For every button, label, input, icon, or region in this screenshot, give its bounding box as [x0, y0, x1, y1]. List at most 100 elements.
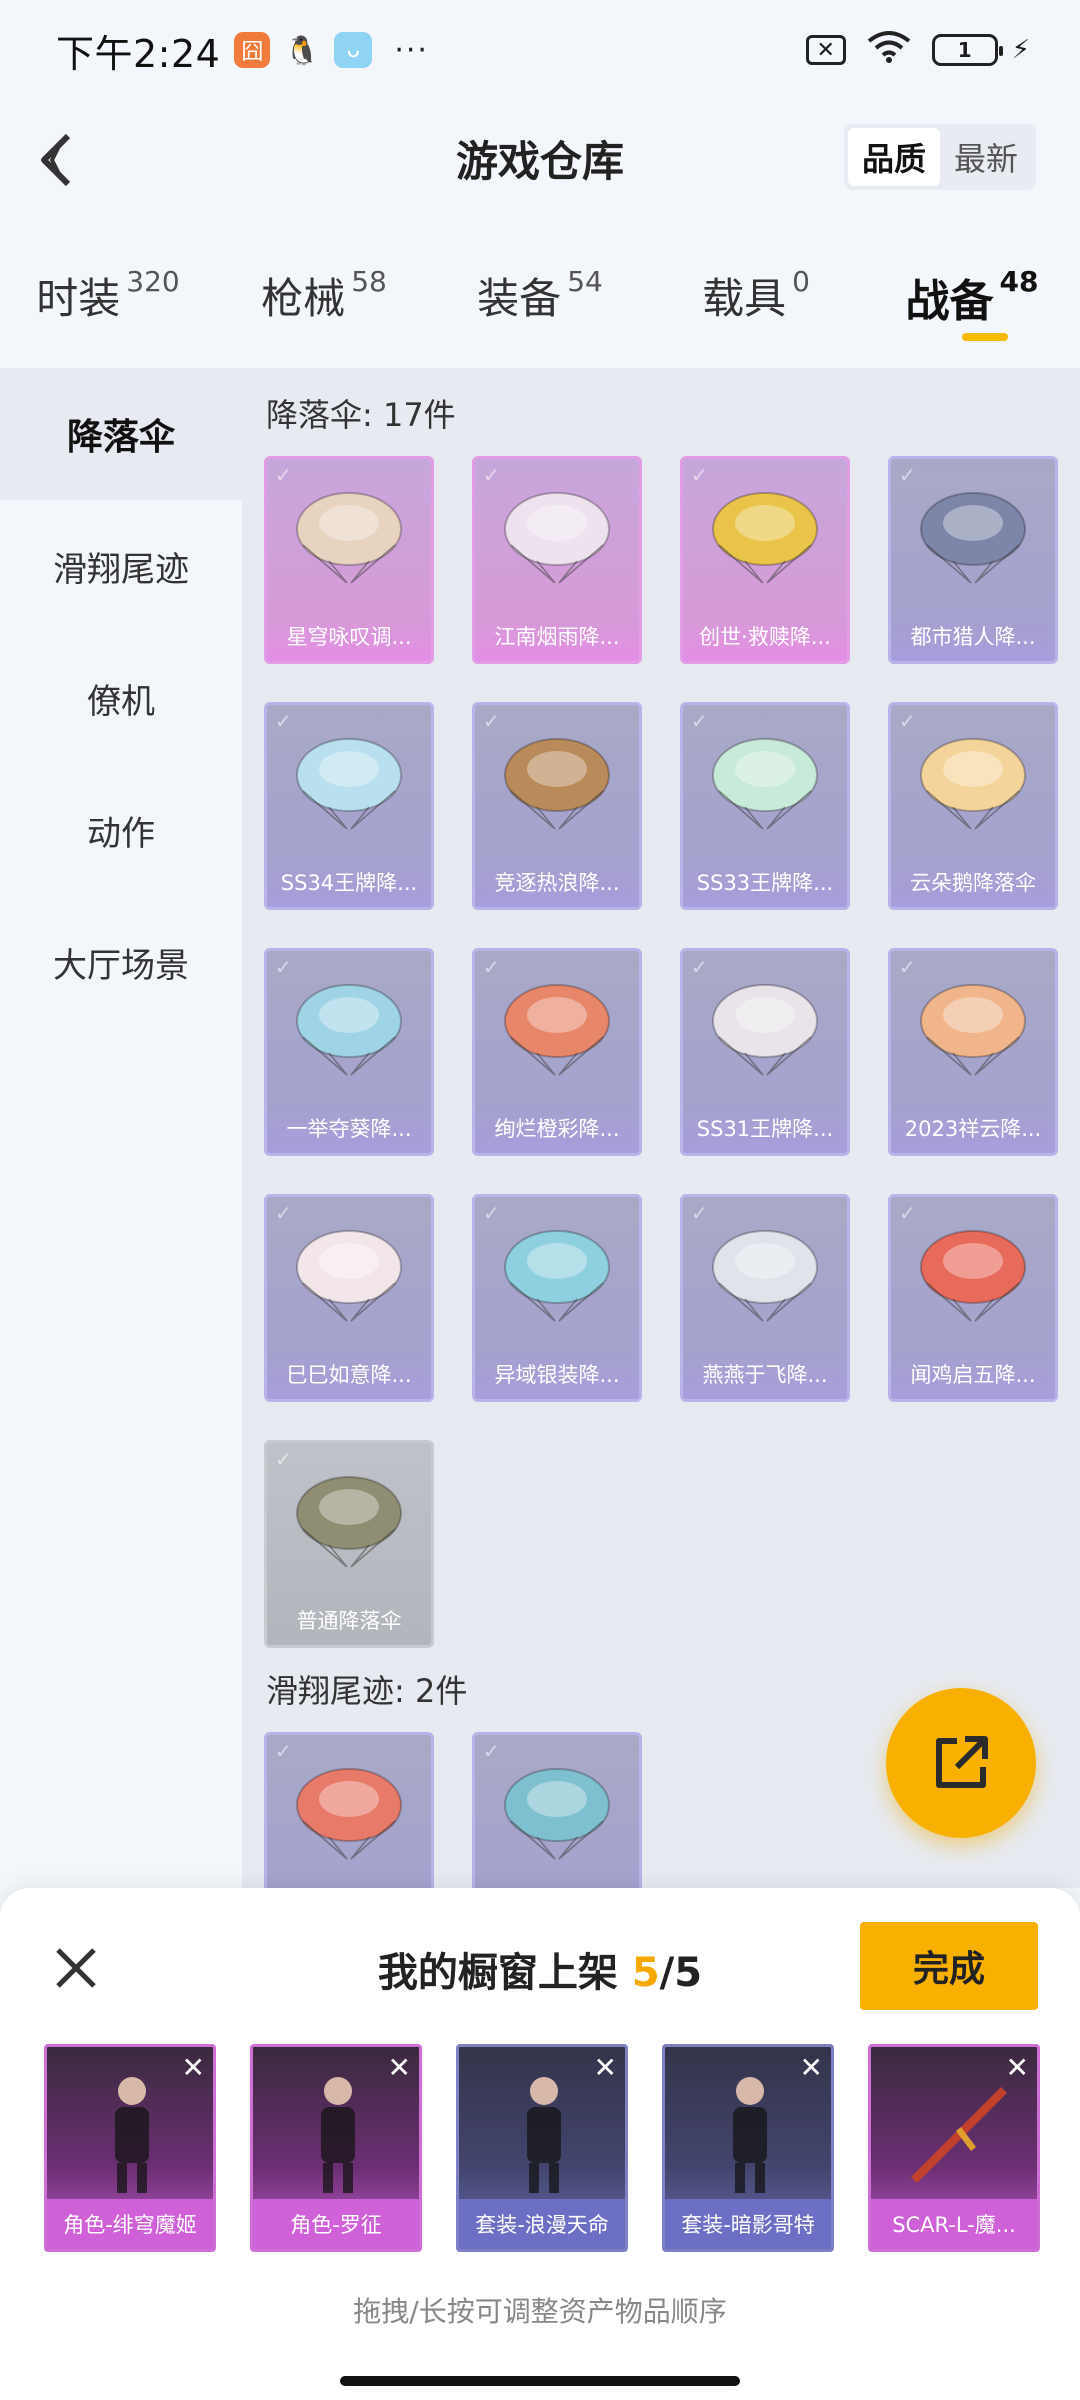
inventory-item[interactable]: ✓ 江南烟雨降...	[472, 456, 642, 664]
inventory-item[interactable]: ✓ SS31王牌降...	[680, 948, 850, 1156]
sort-by-quality-button[interactable]: 品质	[848, 128, 940, 186]
inventory-item[interactable]: ✓ 竞逐热浪降...	[472, 702, 642, 910]
showcase-item[interactable]: ✕ SCAR-L-魔...	[868, 2044, 1040, 2252]
tab-label: 战备	[905, 276, 994, 327]
share-icon	[936, 1736, 988, 1788]
inventory-item[interactable]: ✓ 云朵鹅降落伞	[888, 702, 1058, 910]
category-tabs: 时装 320 枪械 58 装备 54 载具 0 战备 48	[0, 245, 1080, 355]
tab-label: 枪械	[261, 274, 346, 323]
select-check-icon: ✓	[899, 955, 916, 979]
inventory-item[interactable]: ✓	[264, 1732, 434, 1888]
reorder-hint: 拖拽/长按可调整资产物品顺序	[353, 2295, 727, 2328]
parachute-image	[296, 1476, 402, 1568]
wifi-icon	[866, 29, 912, 71]
item-label: 燕燕于飞降...	[702, 1363, 828, 1387]
item-label: 云朵鹅降落伞	[910, 871, 1036, 895]
inventory-item[interactable]: ✓ 都市猎人降...	[888, 456, 1058, 664]
inventory-item[interactable]: ✓ SS33王牌降...	[680, 702, 850, 910]
inventory-item[interactable]: ✓ 2023祥云降...	[888, 948, 1058, 1156]
item-label: 闻鸡启五降...	[910, 1363, 1036, 1387]
parachute-image	[712, 738, 818, 830]
item-label: 都市猎人降...	[910, 625, 1036, 649]
sort-toggle: 品质 最新	[844, 124, 1036, 190]
select-check-icon: ✓	[275, 1447, 292, 1471]
parachute-image	[296, 492, 402, 584]
inventory-item[interactable]: ✓ 巳巳如意降...	[264, 1194, 434, 1402]
item-image	[527, 2077, 561, 2193]
sidebar-item-lobby-scene[interactable]: 大厅场景	[0, 896, 242, 1028]
showcase-item[interactable]: ✕ 角色-绯穹魔姬	[44, 2044, 216, 2252]
item-label: 江南烟雨降...	[494, 625, 620, 649]
inventory-item[interactable]: ✓ 闻鸡启五降...	[888, 1194, 1058, 1402]
item-label: 巳巳如意降...	[286, 1363, 412, 1387]
item-label: SS34王牌降...	[280, 871, 418, 895]
showcase-item[interactable]: ✕ 套装-浪漫天命	[456, 2044, 628, 2252]
inventory-item[interactable]: ✓ 燕燕于飞降...	[680, 1194, 850, 1402]
showcase-item[interactable]: ✕ 角色-罗征	[250, 2044, 422, 2252]
parachute-image	[504, 1230, 610, 1322]
tab-fashion[interactable]: 时装 320	[0, 245, 216, 355]
select-check-icon: ✓	[275, 1739, 292, 1763]
select-check-icon: ✓	[275, 463, 292, 487]
inventory-item[interactable]: ✓ SS34王牌降...	[264, 702, 434, 910]
select-check-icon: ✓	[691, 955, 708, 979]
select-check-icon: ✓	[691, 709, 708, 733]
item-image	[115, 2077, 149, 2193]
sidebar-item-emote[interactable]: 动作	[0, 764, 242, 896]
tab-label: 装备	[477, 274, 562, 323]
tab-combat-gear[interactable]: 战备 48	[864, 245, 1080, 355]
sidebar-item-wingman[interactable]: 僚机	[0, 632, 242, 764]
item-label: 普通降落伞	[296, 1609, 402, 1633]
select-check-icon: ✓	[275, 1201, 292, 1225]
select-check-icon: ✓	[275, 709, 292, 733]
active-tab-indicator	[962, 333, 1008, 341]
select-check-icon: ✓	[483, 955, 500, 979]
item-image	[321, 2077, 355, 2193]
tab-vehicles[interactable]: 载具 0	[648, 245, 864, 355]
battery-icon: 1	[931, 34, 1003, 66]
qq-penguin-icon: 🐧	[284, 33, 320, 67]
inventory-item[interactable]: ✓ 一举夺葵降...	[264, 948, 434, 1156]
subcategory-sidebar: 降落伞 滑翔尾迹 僚机 动作 大厅场景	[0, 368, 242, 1888]
done-button[interactable]: 完成	[860, 1922, 1038, 2010]
status-bar: 下午2:24 囧 🐧 ᴗ ··· ✕ 1 ⚡	[0, 0, 1080, 100]
showcase-count: 5	[631, 1950, 660, 1996]
sidebar-item-glide-trail[interactable]: 滑翔尾迹	[0, 500, 242, 632]
item-label: 竞逐热浪降...	[494, 871, 620, 895]
select-check-icon: ✓	[899, 709, 916, 733]
inventory-item[interactable]: ✓	[472, 1732, 642, 1888]
item-label: SS31王牌降...	[696, 1117, 834, 1141]
showcase-total: /5	[659, 1950, 703, 1996]
select-check-icon: ✓	[899, 1201, 916, 1225]
select-check-icon: ✓	[899, 463, 916, 487]
tab-equipment[interactable]: 装备 54	[432, 245, 648, 355]
tab-count: 54	[567, 265, 603, 298]
sidebar-item-parachute[interactable]: 降落伞	[0, 368, 242, 500]
inventory-item[interactable]: ✓ 异域银装降...	[472, 1194, 642, 1402]
tab-label: 载具	[702, 274, 787, 323]
select-check-icon: ✓	[483, 1739, 500, 1763]
home-indicator[interactable]	[340, 2376, 740, 2386]
no-sim-icon: ✕	[805, 35, 846, 65]
tab-count: 0	[792, 265, 810, 298]
inventory-item[interactable]: ✓ 普通降落伞	[264, 1440, 434, 1648]
inventory-item[interactable]: ✓ 星穹咏叹调...	[264, 456, 434, 664]
item-label: SS33王牌降...	[696, 871, 834, 895]
select-check-icon: ✓	[483, 709, 500, 733]
inventory-item[interactable]: ✓ 绚烂橙彩降...	[472, 948, 642, 1156]
showcase-item[interactable]: ✕ 套装-暗影哥特	[662, 2044, 834, 2252]
item-label: 绚烂橙彩降...	[494, 1117, 620, 1141]
showcase-item-label: 套装-浪漫天命	[459, 2199, 625, 2249]
select-check-icon: ✓	[691, 1201, 708, 1225]
tab-count: 58	[351, 265, 387, 298]
share-button[interactable]	[886, 1688, 1036, 1838]
item-label: 创世·救赎降...	[699, 625, 831, 649]
tab-weapons[interactable]: 枪械 58	[216, 245, 432, 355]
charging-icon: ⚡	[1011, 35, 1030, 65]
showcase-item-label: 套装-暗影哥特	[665, 2199, 831, 2249]
select-check-icon: ✓	[275, 955, 292, 979]
sort-by-newest-button[interactable]: 最新	[940, 128, 1032, 186]
parachute-image	[712, 984, 818, 1076]
item-label: 2023祥云降...	[904, 1117, 1042, 1141]
inventory-item[interactable]: ✓ 创世·救赎降...	[680, 456, 850, 664]
